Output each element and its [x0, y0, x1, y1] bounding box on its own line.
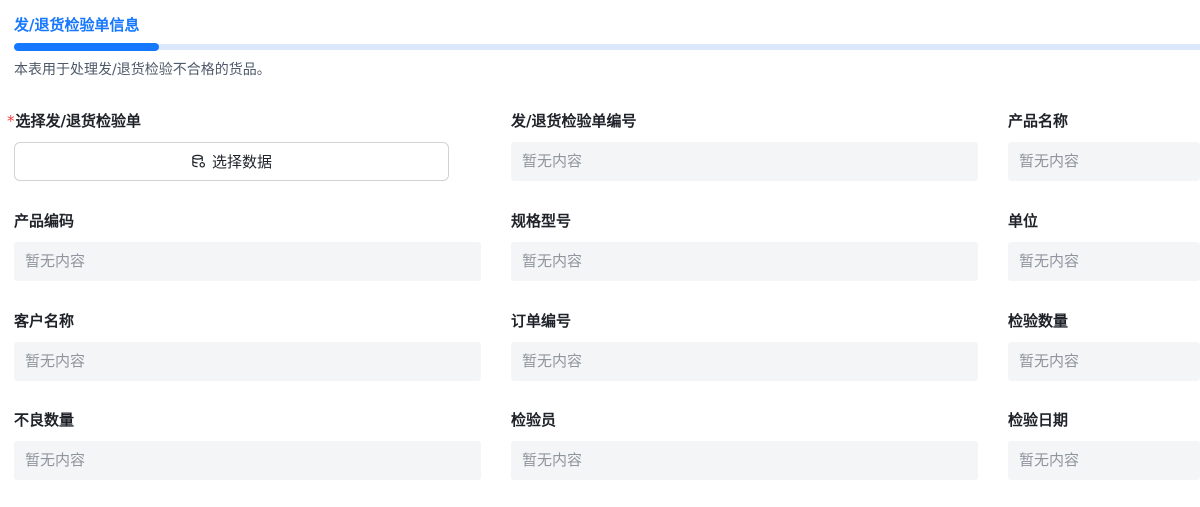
- field-label: 检验员: [511, 411, 557, 429]
- tab-track: [14, 44, 1200, 50]
- order-number-value: 暂无内容: [511, 142, 978, 181]
- field-defect-quantity: 不良数量 暂无内容: [14, 409, 481, 480]
- field-label: 订单编号: [511, 312, 572, 330]
- unit-value: 暂无内容: [1008, 242, 1200, 281]
- field-sales-order-number: 订单编号 暂无内容: [511, 310, 978, 381]
- field-label: 客户名称: [14, 312, 75, 330]
- defect-quantity-value: 暂无内容: [14, 441, 481, 480]
- product-name-value: 暂无内容: [1008, 142, 1200, 181]
- field-label: 规格型号: [511, 212, 572, 230]
- field-label: 检验日期: [1008, 411, 1069, 429]
- select-data-label: 选择数据: [211, 153, 272, 171]
- product-code-value: 暂无内容: [14, 242, 481, 281]
- tab-active-indicator: [14, 43, 159, 51]
- field-spec-model: 规格型号 暂无内容: [511, 210, 978, 281]
- required-mark: *: [7, 112, 15, 130]
- field-select-order: *选择发/退货检验单 选择数据: [7, 110, 481, 181]
- field-label: 检验数量: [1008, 312, 1069, 330]
- field-label: 单位: [1008, 212, 1039, 230]
- field-label: 产品编码: [14, 212, 75, 230]
- sales-order-number-value: 暂无内容: [511, 342, 978, 381]
- field-customer-name: 客户名称 暂无内容: [14, 310, 481, 381]
- field-inspector: 检验员 暂无内容: [511, 409, 978, 480]
- field-product-name: 产品名称 暂无内容: [1008, 110, 1200, 181]
- spec-model-value: 暂无内容: [511, 242, 978, 281]
- field-label: 产品名称: [1008, 112, 1069, 130]
- field-label-text: 选择发/退货检验单: [15, 112, 141, 130]
- form-page: 发/退货检验单信息 本表用于处理发/退货检验不合格的货品。 *选择发/退货检验单…: [0, 0, 1200, 507]
- field-label: 发/退货检验单编号: [511, 112, 637, 130]
- field-inspection-quantity: 检验数量 暂无内容: [1008, 310, 1200, 381]
- database-icon: [191, 154, 206, 169]
- inspector-value: 暂无内容: [511, 441, 978, 480]
- field-unit: 单位 暂无内容: [1008, 210, 1200, 281]
- field-order-number: 发/退货检验单编号 暂无内容: [511, 110, 978, 181]
- field-label: *选择发/退货检验单: [7, 110, 481, 132]
- field-label: 不良数量: [14, 411, 75, 429]
- customer-name-value: 暂无内容: [14, 342, 481, 381]
- section-description: 本表用于处理发/退货检验不合格的货品。: [14, 62, 271, 78]
- field-inspection-date: 检验日期 暂无内容: [1008, 409, 1200, 480]
- section-tab-title[interactable]: 发/退货检验单信息: [14, 15, 139, 35]
- field-product-code: 产品编码 暂无内容: [14, 210, 481, 281]
- inspection-quantity-value: 暂无内容: [1008, 342, 1200, 381]
- inspection-date-value: 暂无内容: [1008, 441, 1200, 480]
- select-data-button[interactable]: 选择数据: [14, 142, 449, 181]
